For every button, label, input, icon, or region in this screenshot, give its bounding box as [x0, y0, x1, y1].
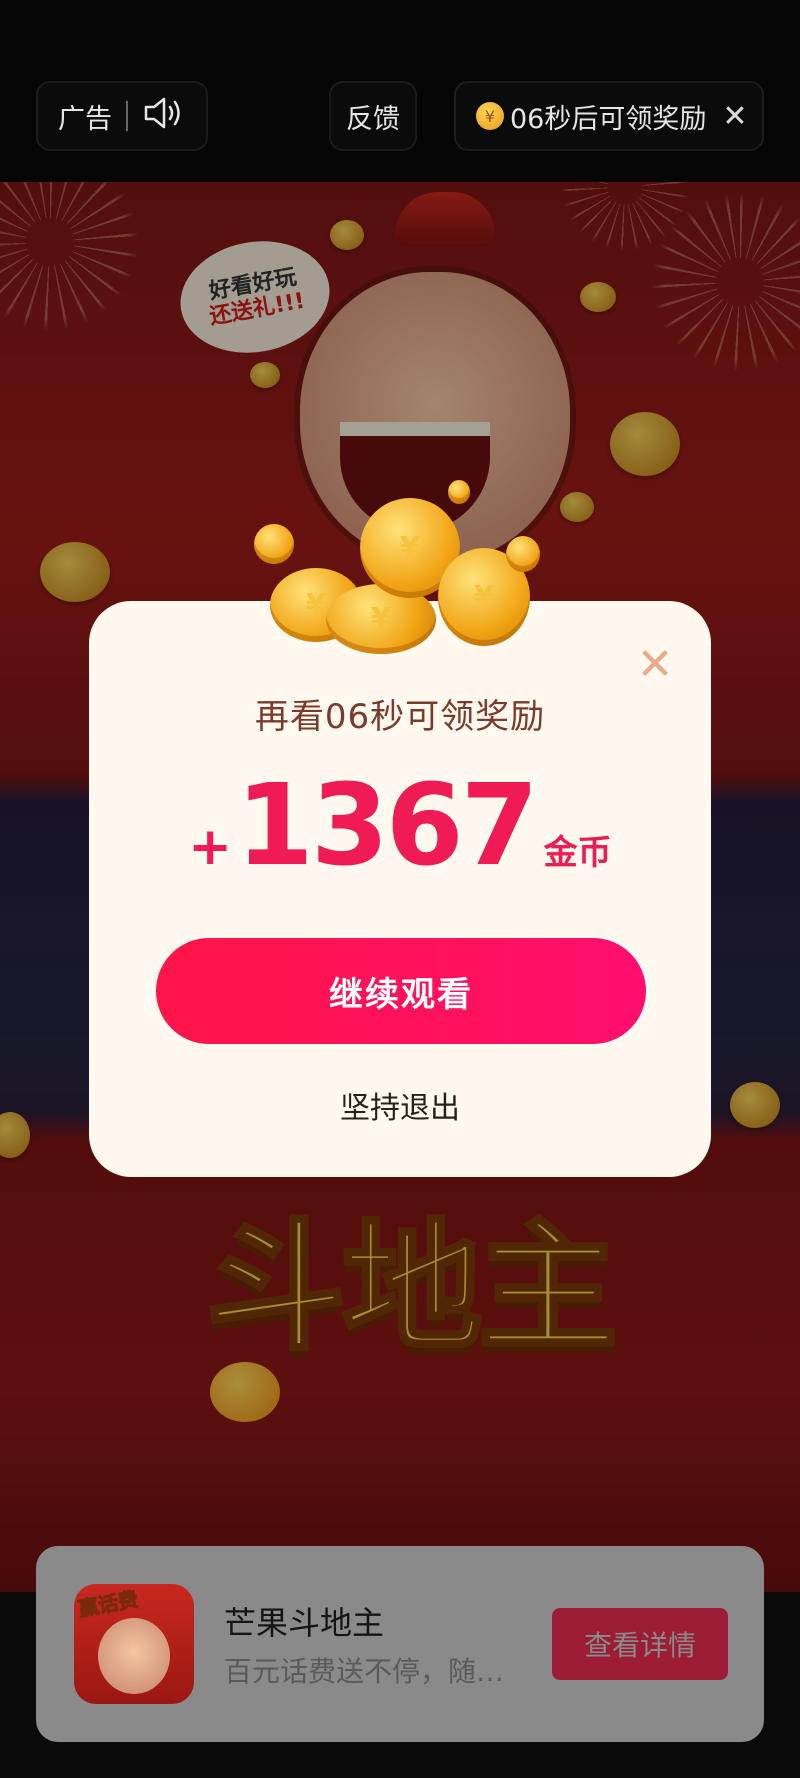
coin-decoration — [448, 480, 470, 504]
app-icon[interactable]: 赢话费 — [74, 1584, 194, 1704]
exit-button[interactable]: 坚持退出 — [89, 1083, 711, 1127]
coin-unit: 金币 — [543, 833, 612, 873]
feedback-label: 反馈 — [346, 103, 400, 135]
reward-dialog: ✕ 再看06秒可领奖励 + 1367 金币 继续观看 坚持退出 — [89, 601, 711, 1177]
close-icon[interactable]: ✕ — [633, 643, 677, 687]
plus-sign: + — [188, 817, 232, 877]
app-icon-tag: 赢话费 — [76, 1586, 140, 1622]
speaker-icon[interactable] — [142, 95, 186, 138]
ad-label-pill: 广告 — [36, 81, 208, 151]
close-ad-icon[interactable]: ✕ — [722, 99, 747, 134]
reward-amount: + 1367 金币 — [89, 761, 711, 891]
view-details-button[interactable]: 查看详情 — [552, 1608, 728, 1680]
reward-countdown-pill: ¥ 06秒后可领奖励 ✕ — [454, 81, 764, 151]
reward-countdown-message: 再看06秒可领奖励 — [254, 697, 546, 737]
coin-amount: 1367 — [235, 761, 539, 891]
continue-watching-button[interactable]: 继续观看 — [156, 938, 646, 1044]
feedback-button[interactable]: 反馈 — [329, 81, 417, 151]
ad-top-bar: 广告 反馈 ¥ 06秒后可领奖励 ✕ — [0, 0, 800, 182]
coin-pile-icon: ¥ ¥ ¥ ¥ — [254, 480, 550, 668]
coin-decoration — [254, 524, 294, 564]
app-name: 芒果斗地主 — [224, 1604, 385, 1642]
coin-decoration — [506, 536, 540, 572]
app-ad-card[interactable]: 赢话费 芒果斗地主 百元话费送不停，随… 查看详情 — [36, 1546, 764, 1742]
app-description: 百元话费送不停，随… — [224, 1655, 505, 1688]
ad-label: 广告 — [58, 103, 112, 135]
coin-icon: ¥ — [476, 102, 504, 130]
divider — [126, 101, 128, 131]
app-icon-character — [98, 1618, 170, 1694]
reward-countdown-text: 06秒后可领奖励 — [510, 103, 707, 135]
